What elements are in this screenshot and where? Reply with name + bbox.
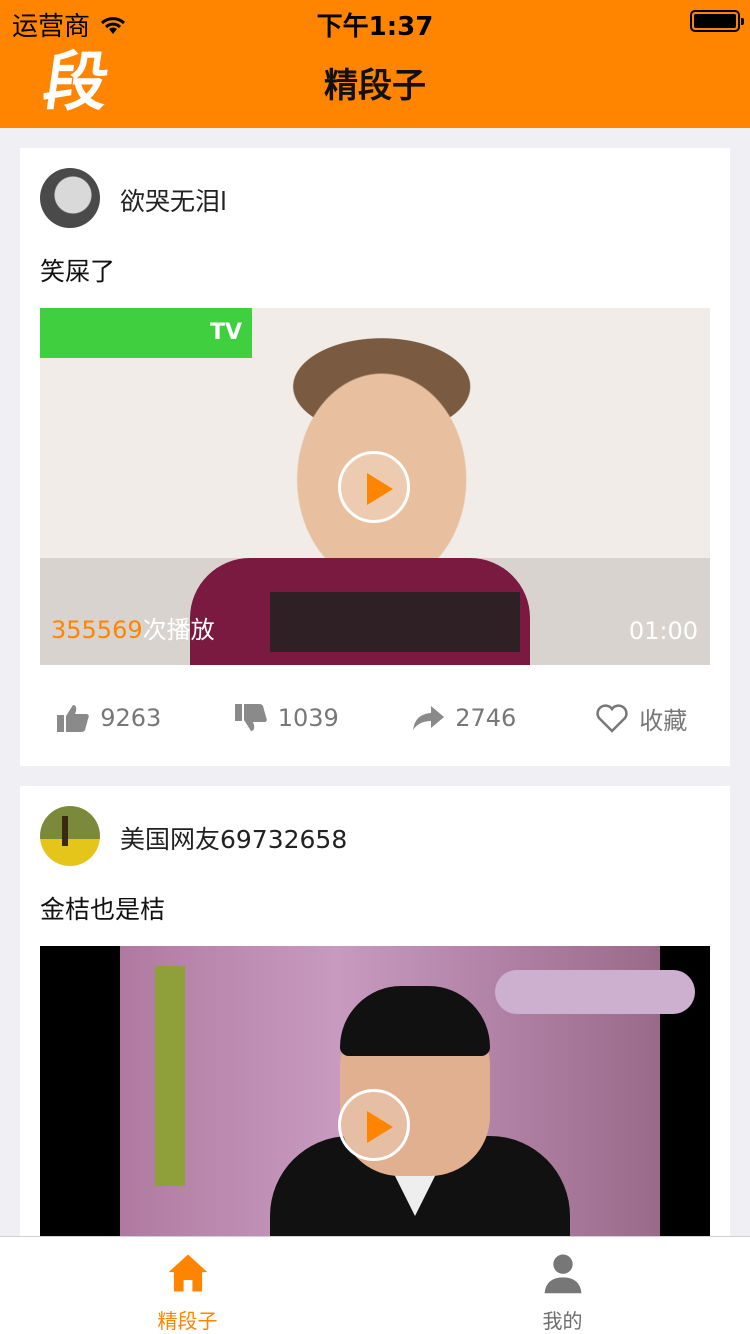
- like-button[interactable]: 9263: [20, 678, 198, 758]
- like-count: 9263: [100, 704, 162, 732]
- heart-icon: [596, 704, 628, 733]
- thumbs-up-icon: [57, 705, 90, 732]
- post-username[interactable]: 美国网友69732658: [120, 820, 347, 856]
- dislike-count: 1039: [277, 704, 339, 732]
- page-title: 精段子: [324, 66, 426, 106]
- feed-list[interactable]: 欲哭无泪l 笑屎了 355569次播放 01:00 9263: [0, 128, 750, 1236]
- tab-label: 精段子: [157, 1309, 218, 1333]
- tab-bar: 精段子 我的: [0, 1236, 750, 1334]
- play-count-number: 355569: [51, 616, 143, 644]
- status-bar: 运营商 下午1:37: [0, 0, 750, 42]
- share-count: 2746: [455, 704, 517, 732]
- play-icon[interactable]: [338, 451, 410, 523]
- play-count-suffix: 次播放: [142, 616, 215, 644]
- thumbs-down-icon: [234, 704, 267, 731]
- favorite-label: 收藏: [639, 706, 688, 735]
- home-icon: [168, 1254, 207, 1292]
- tab-label: 我的: [542, 1309, 583, 1333]
- tab-mine[interactable]: 我的: [375, 1237, 750, 1334]
- post-caption: 金桔也是桔: [40, 895, 166, 924]
- watermark-logo: [495, 970, 695, 1014]
- video-thumbnail[interactable]: [40, 946, 710, 1236]
- play-icon[interactable]: [338, 1089, 410, 1161]
- video-thumbnail[interactable]: 355569次播放 01:00: [40, 308, 710, 665]
- share-button[interactable]: 2746: [375, 678, 553, 758]
- avatar[interactable]: [40, 806, 100, 866]
- battery-icon: [690, 10, 744, 32]
- post-card[interactable]: 美国网友69732658 金桔也是桔: [20, 786, 730, 1236]
- favorite-button[interactable]: 收藏: [553, 678, 731, 758]
- tab-jingduanzi[interactable]: 精段子: [0, 1237, 375, 1334]
- status-time: 下午1:37: [316, 12, 434, 42]
- top-bar: 运营商 下午1:37 段 精段子: [0, 0, 750, 128]
- avatar[interactable]: [40, 168, 100, 228]
- play-count: 355569次播放: [51, 610, 215, 645]
- dislike-button[interactable]: 1039: [198, 678, 376, 758]
- video-overlay-banner: [40, 308, 252, 358]
- post-caption: 笑屎了: [40, 257, 116, 286]
- post-username[interactable]: 欲哭无泪l: [120, 182, 227, 218]
- post-card[interactable]: 欲哭无泪l 笑屎了 355569次播放 01:00 9263: [20, 148, 730, 766]
- share-icon: [413, 706, 445, 730]
- post-actions: 9263 1039 2746 收藏: [20, 678, 730, 758]
- person-icon: [544, 1254, 581, 1294]
- video-duration: 01:00: [628, 617, 698, 645]
